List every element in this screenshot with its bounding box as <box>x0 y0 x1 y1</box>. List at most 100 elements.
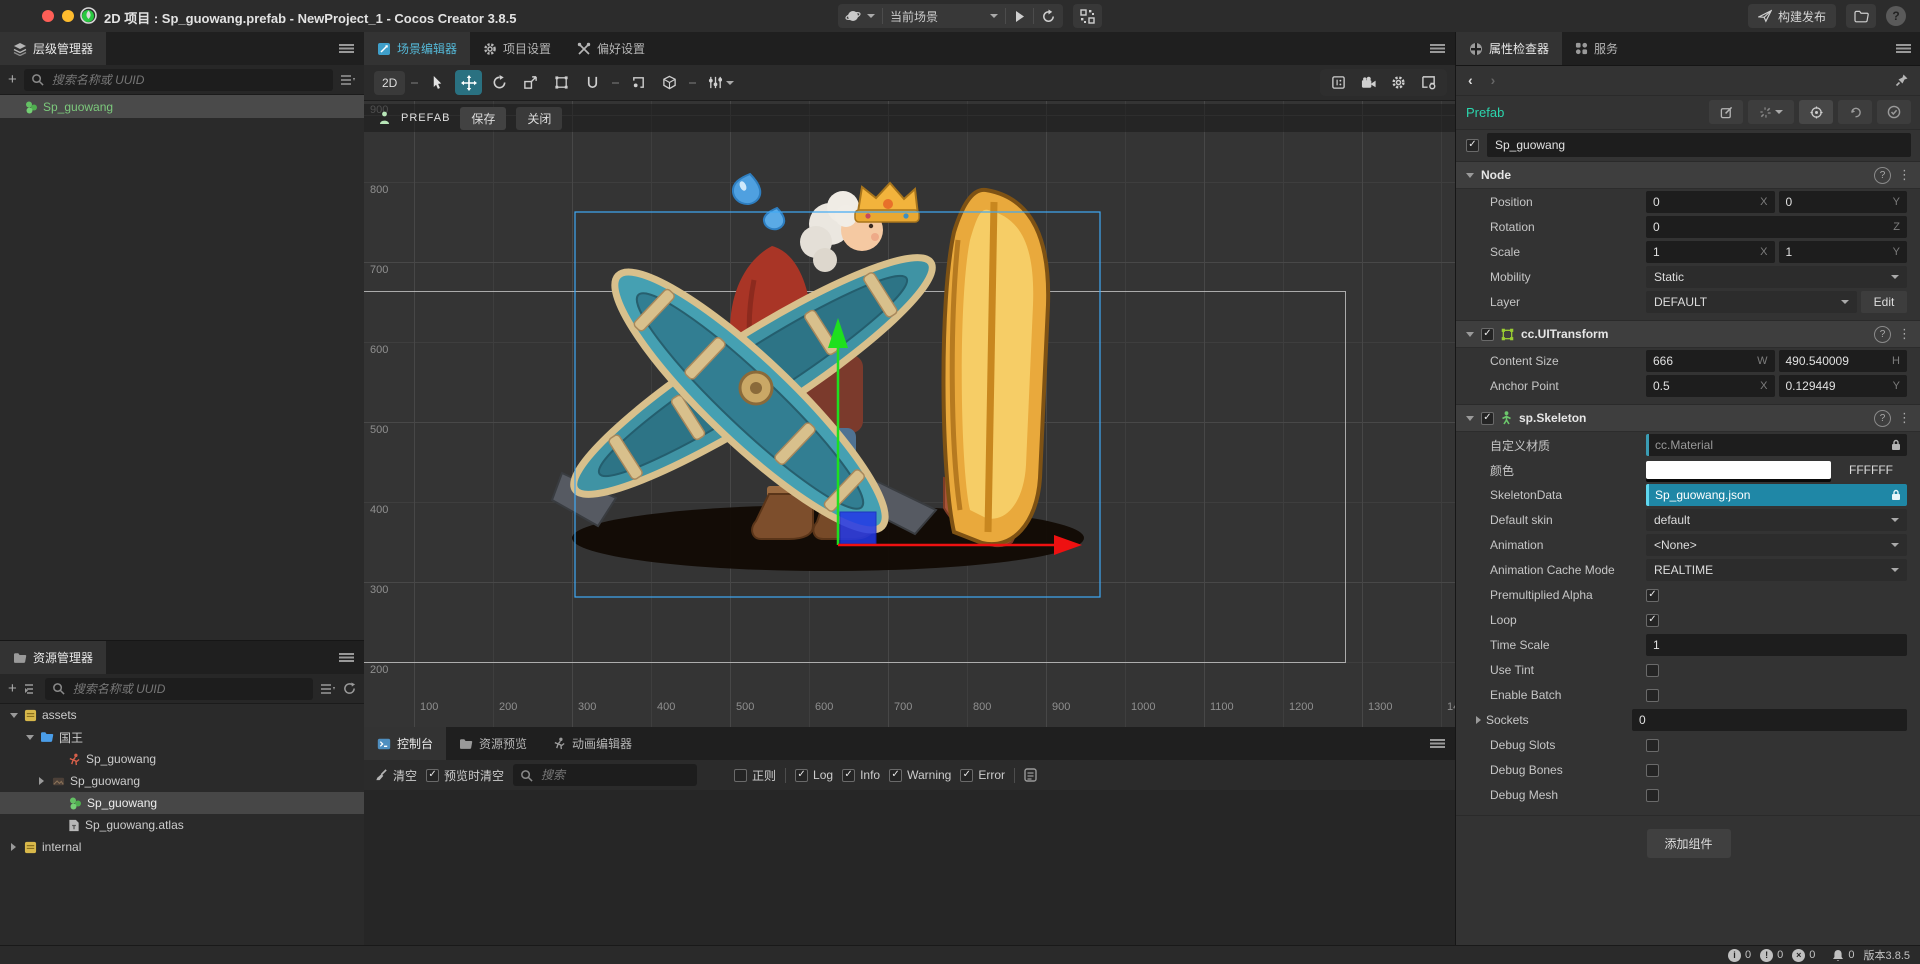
skeleton-data-field[interactable]: Sp_guowang.json <box>1646 484 1907 506</box>
tab-services[interactable]: 服务 <box>1562 32 1631 65</box>
hierarchy-node-sp-guowang[interactable]: Sp_guowang <box>0 95 364 118</box>
snap-settings-button[interactable] <box>625 70 652 95</box>
reload-button[interactable] <box>1034 4 1063 28</box>
prefab-apply-button[interactable] <box>1877 100 1911 124</box>
warning-filter-checkbox[interactable]: Warning <box>889 768 951 782</box>
status-info[interactable]: i0 <box>1728 948 1751 962</box>
tab-console[interactable]: 控制台 <box>364 727 447 760</box>
help-button[interactable] <box>1886 6 1906 26</box>
hierarchy-search-input[interactable] <box>49 71 326 88</box>
scale-tool-button[interactable] <box>517 70 544 95</box>
prefab-close-button[interactable]: 关闭 <box>516 106 563 130</box>
layer-edit-button[interactable]: Edit <box>1861 291 1907 313</box>
loop-checkbox[interactable] <box>1646 613 1659 627</box>
scene-profile-button[interactable] <box>1415 70 1442 95</box>
status-error[interactable]: × 0 <box>1792 948 1815 962</box>
skeleton-enabled-checkbox[interactable] <box>1481 411 1494 425</box>
section-menu-icon[interactable] <box>1898 326 1911 342</box>
error-filter-checkbox[interactable]: Error <box>960 768 1005 782</box>
minimize-window-button[interactable] <box>62 10 74 22</box>
select-tool-button[interactable] <box>424 70 451 95</box>
custom-material-field[interactable]: cc.Material <box>1646 434 1907 456</box>
tab-project-settings[interactable]: 项目设置 <box>470 32 564 65</box>
move-tool-button[interactable] <box>455 70 483 95</box>
prefab-reset-button[interactable] <box>1838 100 1872 124</box>
help-icon[interactable] <box>1874 325 1891 343</box>
console-menu-button[interactable] <box>1430 739 1445 748</box>
clear-on-preview-checkbox[interactable]: 预览时清空 <box>426 767 504 784</box>
expand-arrow-icon[interactable] <box>25 734 34 740</box>
help-icon[interactable] <box>1874 409 1891 427</box>
asset-row-atlas[interactable]: Sp_guowang.atlas <box>0 814 364 836</box>
expand-arrow-icon[interactable] <box>11 843 16 851</box>
collapse-arrow-icon[interactable] <box>1466 331 1474 337</box>
log-filter-checkbox[interactable]: Log <box>795 768 833 782</box>
checkbox-icon[interactable] <box>734 768 748 782</box>
use-tint-checkbox[interactable] <box>1646 663 1659 677</box>
create-node-button[interactable] <box>8 72 17 87</box>
cache-mode-dropdown[interactable]: REALTIME <box>1646 559 1907 581</box>
close-window-button[interactable] <box>42 10 54 22</box>
mobility-dropdown[interactable]: Static <box>1646 266 1907 288</box>
animation-dropdown[interactable]: <None> <box>1646 534 1907 556</box>
default-skin-dropdown[interactable]: default <box>1646 509 1907 531</box>
node-active-checkbox[interactable] <box>1466 138 1479 152</box>
prefab-unlink-button[interactable] <box>1748 100 1794 124</box>
filter-icon[interactable] <box>320 683 336 695</box>
wrap-lines-icon[interactable] <box>1024 768 1037 782</box>
tab-assets[interactable]: 资源管理器 <box>0 641 107 674</box>
asset-row-prefab[interactable]: Sp_guowang <box>0 792 364 814</box>
nav-back-button[interactable]: ‹ <box>1468 72 1473 88</box>
tab-asset-preview[interactable]: 资源预览 <box>446 727 540 760</box>
info-filter-checkbox[interactable]: Info <box>842 768 880 782</box>
build-publish-button[interactable]: 构建发布 <box>1747 4 1836 28</box>
regex-checkbox[interactable]: 正则 <box>734 767 776 784</box>
uitransform-section-header[interactable]: cc.UITransform <box>1456 320 1920 348</box>
asset-row-guowang-folder[interactable]: 国王 <box>0 726 364 748</box>
lock-icon[interactable] <box>1891 489 1901 501</box>
preview-layout-button[interactable] <box>1073 4 1102 28</box>
scale-y-field[interactable]: 1Y <box>1778 241 1907 263</box>
debug-slots-checkbox[interactable] <box>1646 738 1659 752</box>
expand-arrow-icon[interactable] <box>39 777 44 785</box>
scene-camera-button[interactable] <box>1355 70 1382 95</box>
asset-row-assets[interactable]: assets <box>0 704 364 726</box>
prefab-save-button[interactable]: 保存 <box>460 106 507 130</box>
enable-batch-checkbox[interactable] <box>1646 688 1659 702</box>
status-warning[interactable]: ! 0 <box>1760 948 1783 962</box>
rect-tool-button[interactable] <box>548 70 575 95</box>
checkbox-checked-icon[interactable] <box>960 768 974 782</box>
anchor-x-field[interactable]: 0.5 X <box>1646 375 1775 397</box>
node-name-input[interactable] <box>1487 133 1911 157</box>
nav-forward-button[interactable]: › <box>1491 72 1496 88</box>
expand-arrow-icon[interactable] <box>1476 716 1481 724</box>
inspector-menu-button[interactable] <box>1896 44 1911 53</box>
checkbox-checked-icon[interactable] <box>889 768 903 782</box>
sockets-count-field[interactable]: 0 <box>1632 709 1907 731</box>
expand-arrow-icon[interactable] <box>9 712 18 718</box>
2d-3d-toggle-button[interactable]: 2D <box>374 70 406 95</box>
asset-row-texture[interactable]: Sp_guowang <box>0 770 364 792</box>
grid-visibility-button[interactable] <box>1325 70 1352 95</box>
king-character-sprite[interactable] <box>550 172 1084 571</box>
add-component-button[interactable]: 添加组件 <box>1646 829 1731 858</box>
anchor-tool-button[interactable] <box>579 70 606 95</box>
debug-mesh-checkbox[interactable] <box>1646 788 1659 802</box>
assets-menu-button[interactable] <box>339 653 354 662</box>
create-asset-button[interactable] <box>8 681 17 696</box>
skeleton-section-header[interactable]: sp.Skeleton <box>1456 404 1920 432</box>
uitransform-enabled-checkbox[interactable] <box>1481 327 1494 341</box>
lock-icon[interactable] <box>1891 439 1901 451</box>
checkbox-checked-icon[interactable] <box>842 768 856 782</box>
rotation-z-field[interactable]: 0Z <box>1646 216 1907 238</box>
console-search-input[interactable] <box>539 767 691 783</box>
color-swatch[interactable] <box>1646 461 1831 479</box>
preview-target-browser-button[interactable] <box>838 4 882 28</box>
scene-canvas[interactable] <box>364 100 1455 727</box>
assets-search-input[interactable] <box>70 680 306 697</box>
content-size-w-field[interactable]: 666 W <box>1646 350 1775 372</box>
refresh-icon[interactable] <box>343 682 356 695</box>
align-tools-button[interactable] <box>702 70 740 95</box>
asset-row-internal[interactable]: internal <box>0 836 364 858</box>
position-x-field[interactable]: 0X <box>1646 191 1775 213</box>
